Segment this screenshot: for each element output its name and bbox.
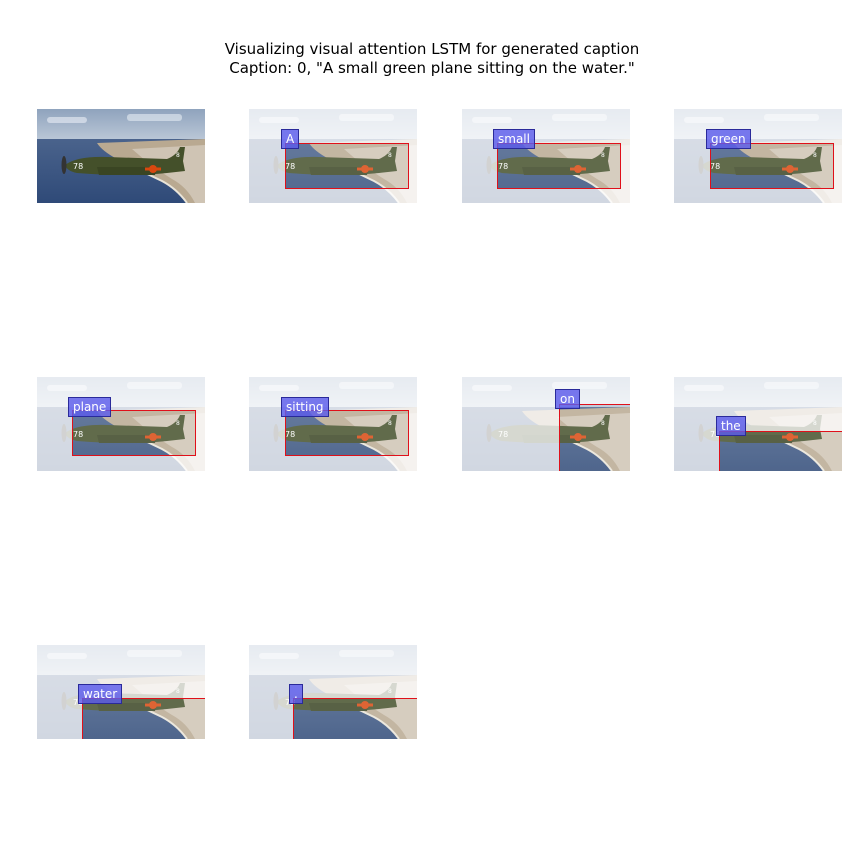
- svg-text:8: 8: [176, 152, 180, 159]
- attention-panel-word-7: 788 788 the: [674, 377, 842, 471]
- word-label: A: [281, 129, 300, 149]
- attention-box: [285, 143, 409, 189]
- attention-panel-word-3: 788 788 green: [674, 109, 842, 203]
- attention-panel-word-1: 788 788 A: [249, 109, 417, 203]
- attention-box: [293, 698, 417, 739]
- word-label: plane: [68, 397, 112, 417]
- word-label: on: [555, 389, 580, 409]
- word-label: water: [78, 684, 123, 704]
- word-label: green: [706, 129, 751, 149]
- word-label: sitting: [281, 397, 329, 417]
- original-image-panel: 78 8: [37, 109, 205, 203]
- attention-box: [559, 404, 630, 471]
- attention-panel-word-6: 788 788 on: [462, 377, 630, 471]
- attention-panel-word-4: 788 788 plane: [37, 377, 205, 471]
- word-label: the: [716, 416, 746, 436]
- word-label: small: [493, 129, 535, 149]
- attention-box: [710, 143, 834, 189]
- attention-box: [82, 698, 205, 739]
- attention-box: [719, 431, 842, 471]
- attention-panel-word-9: 788 788 .: [249, 645, 417, 739]
- attention-panel-word-5: 788 788 sitting: [249, 377, 417, 471]
- svg-text:78: 78: [73, 162, 83, 171]
- attention-panel-word-8: 788 788 water: [37, 645, 205, 739]
- figure-caption: Caption: 0, "A small green plane sitting…: [229, 59, 635, 77]
- figure-title: Visualizing visual attention LSTM for ge…: [224, 40, 640, 58]
- word-label: .: [289, 684, 303, 704]
- attention-panel-word-2: 788 788 small: [462, 109, 630, 203]
- original-photo: 78 8: [37, 109, 205, 203]
- attention-box: [497, 143, 621, 189]
